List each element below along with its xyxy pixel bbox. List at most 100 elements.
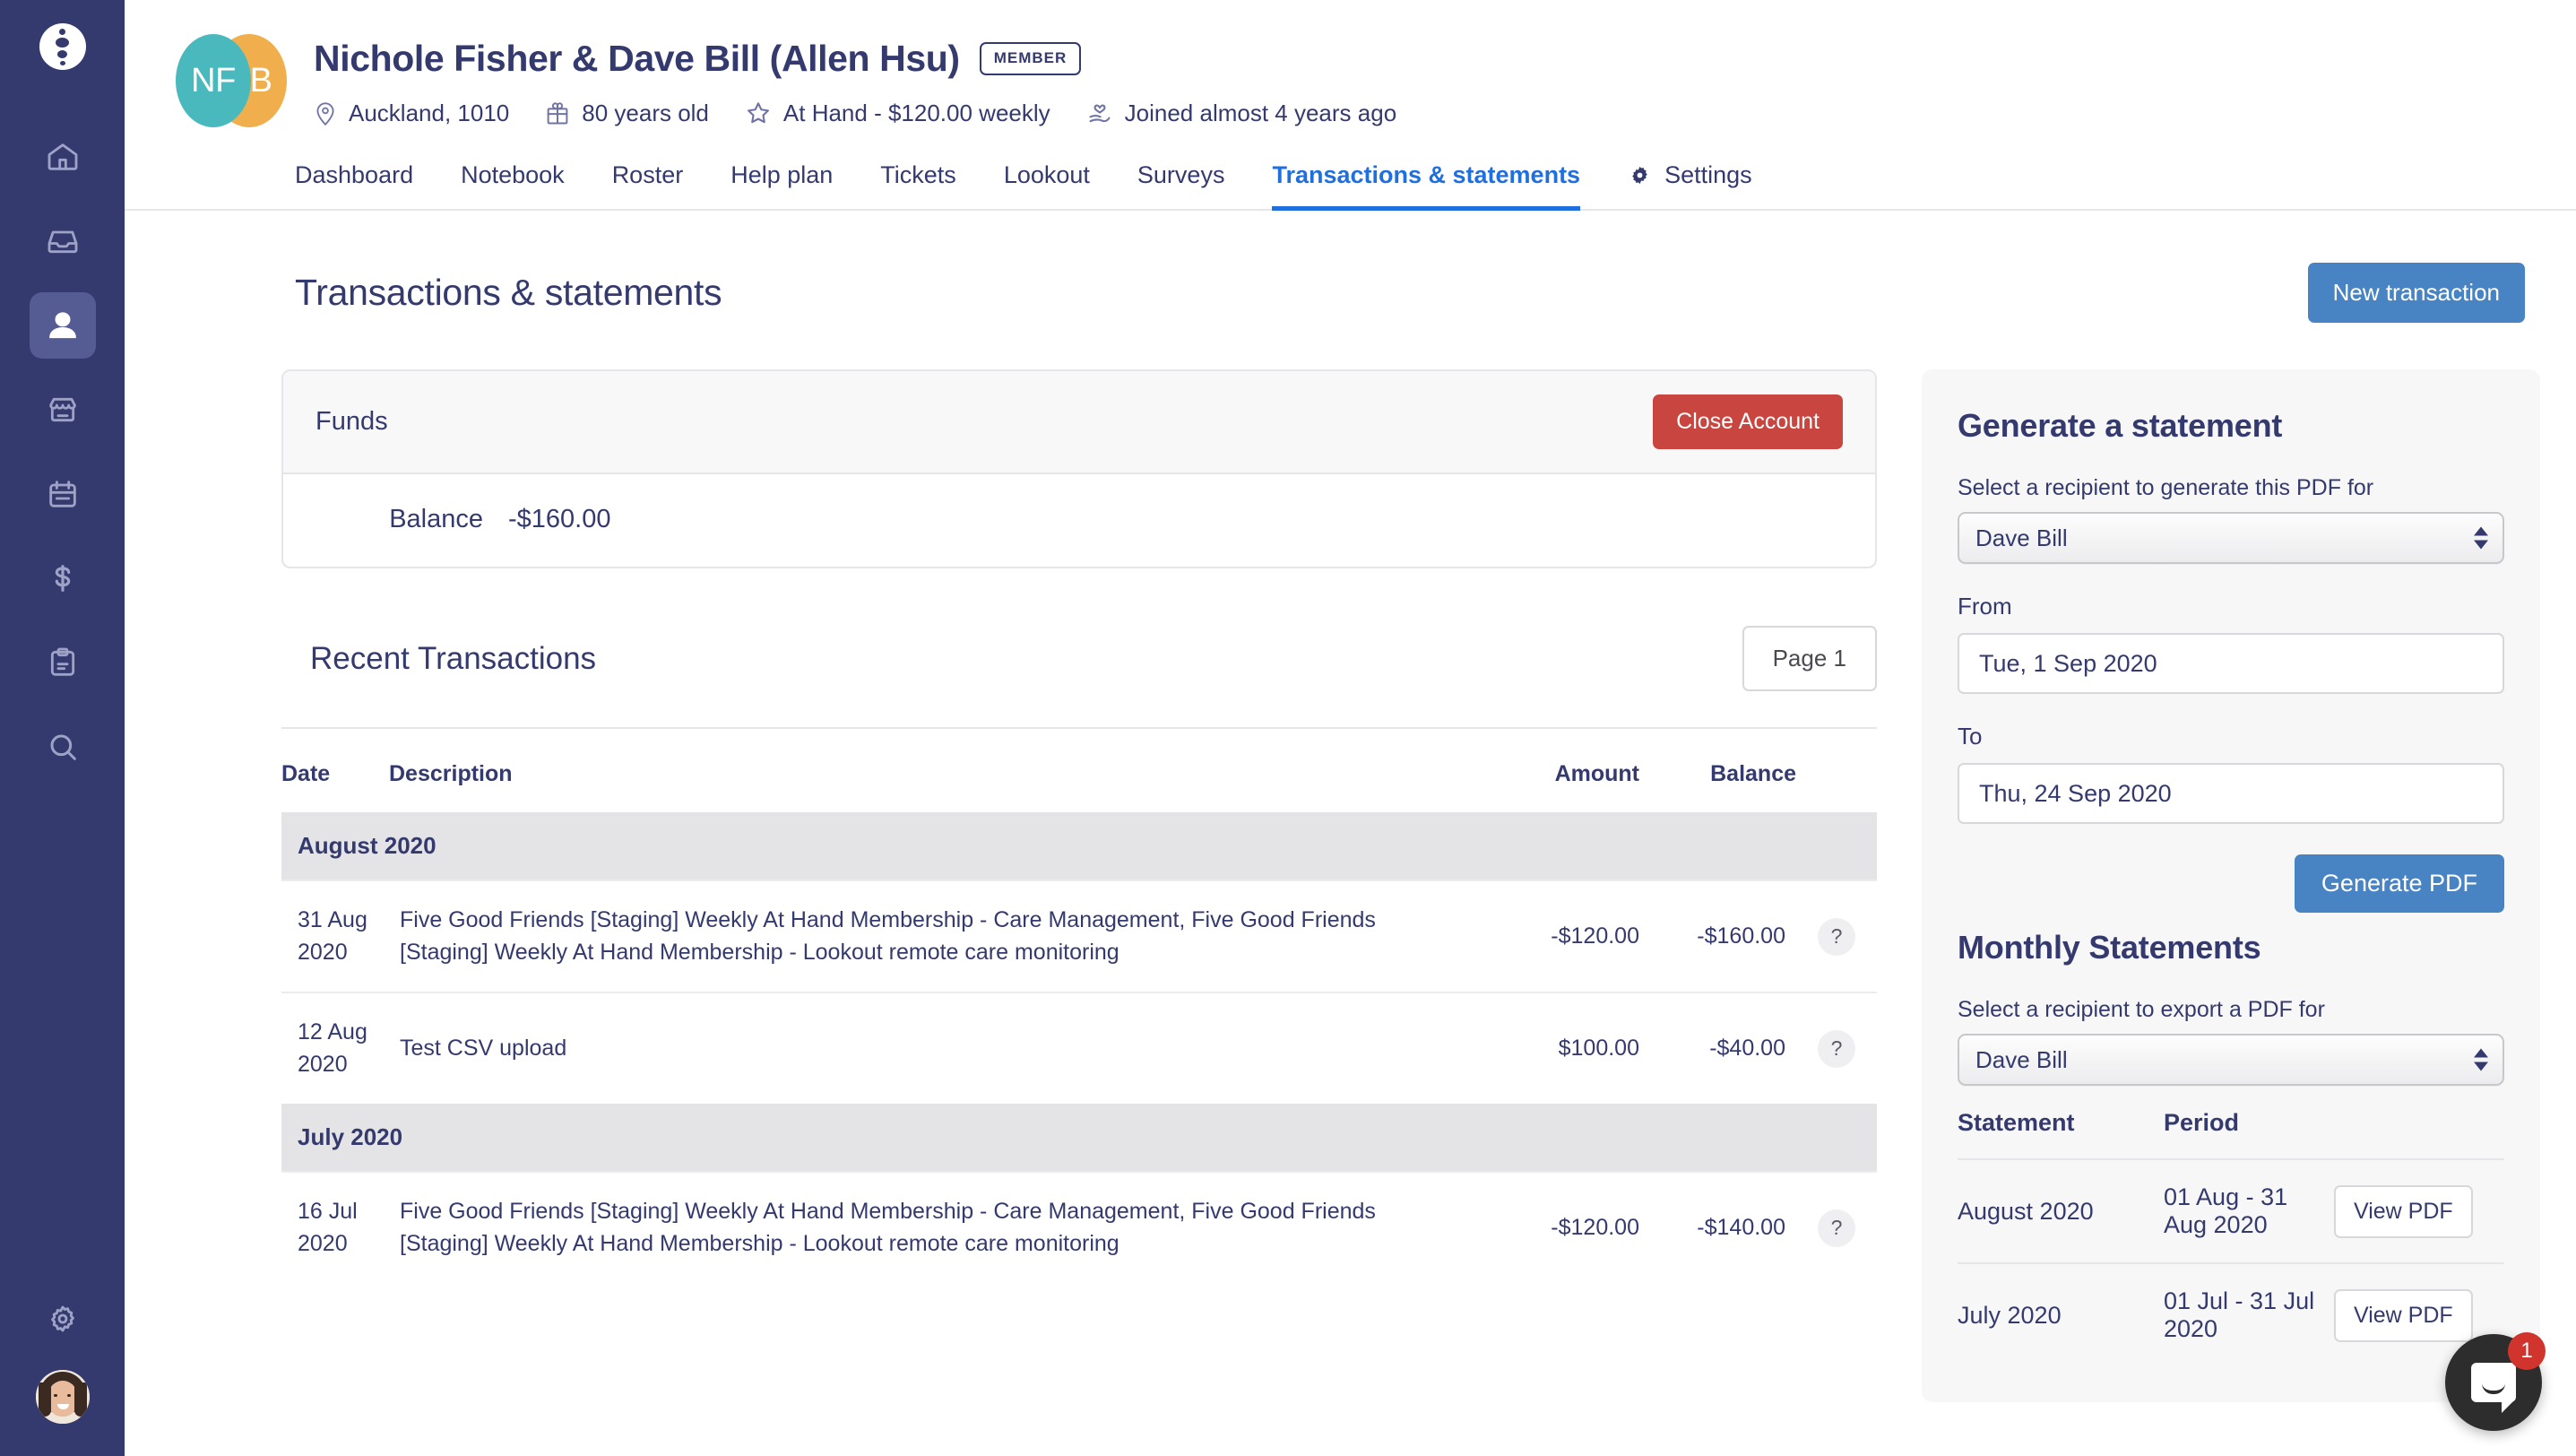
balance-value: -$160.00 (508, 505, 611, 533)
transactions-column: Funds Close Account Balance -$160.00 Rec… (281, 369, 1877, 1402)
meta-plan: At Hand - $120.00 weekly (745, 100, 1050, 127)
column-header-statement: Statement (1958, 1109, 2075, 1136)
to-label: To (1958, 723, 1983, 750)
funds-card: Funds Close Account Balance -$160.00 (281, 369, 1877, 568)
section-title: Transactions & statements (295, 272, 722, 313)
inbox-icon (45, 223, 81, 259)
month-group-header: July 2020 (281, 1104, 1877, 1172)
intercom-launcher-button[interactable]: 1 (2445, 1332, 2546, 1431)
recent-transactions-title: Recent Transactions (310, 640, 597, 676)
avatar-initials-primary: NF (176, 34, 251, 127)
status-badge: MEMBER (979, 42, 1082, 75)
transaction-amount: $100.00 (1447, 992, 1639, 1104)
table-header-row: Date Description Amount Balance (281, 729, 1877, 812)
main-content: B NF Nichole Fisher & Dave Bill (Allen H… (125, 0, 2576, 1456)
transaction-balance: -$40.00 (1639, 992, 1796, 1104)
generate-statement-title: Generate a statement (1958, 407, 2283, 444)
transaction-description: Test CSV upload (389, 992, 1447, 1104)
tab-settings[interactable]: Settings (1628, 161, 1752, 209)
list-item: August 2020 01 Aug - 31 Aug 2020 View PD… (1958, 1158, 2504, 1263)
close-account-button[interactable]: Close Account (1653, 394, 1843, 449)
person-icon (45, 308, 81, 343)
to-date-input[interactable] (1958, 763, 2504, 824)
recent-transactions-header: Recent Transactions Page 1 (281, 568, 1877, 729)
column-header-date: Date (281, 761, 331, 786)
transaction-balance: -$160.00 (1639, 880, 1796, 992)
sidebar-item-store[interactable] (30, 377, 96, 443)
home-icon (45, 139, 81, 175)
meta-location-text: Auckland, 1010 (349, 99, 510, 126)
gift-icon (545, 100, 570, 126)
search-icon (45, 729, 81, 765)
statement-action-cell: View PDF (2334, 1158, 2504, 1263)
help-icon[interactable]: ? (1818, 917, 1855, 956)
meta-joined-text: Joined almost 4 years ago (1124, 99, 1397, 126)
view-pdf-button[interactable]: View PDF (2334, 1184, 2473, 1238)
tab-help-plan[interactable]: Help plan (730, 161, 833, 209)
statement-name: July 2020 (1958, 1262, 2164, 1366)
sidebar-item-inbox[interactable] (30, 208, 96, 274)
help-icon[interactable]: ? (1818, 1209, 1855, 1247)
transaction-help-cell: ? (1796, 880, 1877, 992)
dollar-icon (45, 560, 81, 596)
intercom-unread-badge: 1 (2508, 1332, 2546, 1370)
stepper-arrows-icon (2474, 526, 2488, 550)
month-label: July 2020 (281, 1104, 1877, 1172)
transaction-help-cell: ? (1796, 992, 1877, 1104)
current-user-avatar[interactable] (35, 1370, 90, 1424)
star-icon (745, 100, 772, 126)
transaction-description: Five Good Friends [Staging] Weekly At Ha… (389, 1171, 1447, 1283)
column-header-amount: Amount (1554, 761, 1639, 786)
export-recipient-label: Select a recipient to export a PDF for (1958, 997, 2325, 1022)
sidebar-item-home[interactable] (30, 124, 96, 190)
tab-transactions-statements[interactable]: Transactions & statements (1272, 161, 1580, 211)
tab-settings-label: Settings (1664, 161, 1752, 188)
column-header-actions (1796, 729, 1877, 812)
help-icon[interactable]: ? (1818, 1029, 1855, 1068)
generate-recipient-select[interactable]: Dave Bill (1958, 512, 2504, 564)
table-row: 31 Aug 2020 Five Good Friends [Staging] … (281, 880, 1877, 992)
view-pdf-button[interactable]: View PDF (2334, 1288, 2473, 1342)
table-header-row: Statement Period (1958, 1109, 2504, 1159)
calendar-icon (45, 476, 81, 512)
export-recipient-value: Dave Bill (1975, 1045, 2068, 1073)
tab-surveys[interactable]: Surveys (1137, 161, 1225, 209)
from-date-input[interactable] (1958, 633, 2504, 694)
tab-notebook[interactable]: Notebook (461, 161, 565, 209)
sidebar-item-search[interactable] (30, 714, 96, 780)
tab-dashboard[interactable]: Dashboard (295, 161, 413, 209)
heart-hand-icon (1086, 99, 1113, 127)
transactions-table: Date Description Amount Balance August 2… (281, 729, 1877, 1283)
avatar: B NF (176, 34, 287, 127)
generate-recipient-label: Select a recipient to generate this PDF … (1958, 475, 2374, 500)
app-logo[interactable] (39, 23, 86, 70)
export-recipient-select[interactable]: Dave Bill (1958, 1034, 2504, 1086)
sidebar-item-calendar[interactable] (30, 461, 96, 527)
clipboard-icon (45, 645, 81, 680)
new-transaction-button[interactable]: New transaction (2307, 263, 2525, 323)
statement-name: August 2020 (1958, 1158, 2164, 1263)
column-header-period: Period (2164, 1109, 2240, 1136)
generate-recipient-value: Dave Bill (1975, 524, 2068, 551)
gear-icon (1628, 163, 1652, 187)
sidebar-item-people[interactable] (29, 292, 96, 359)
column-header-balance: Balance (1710, 761, 1796, 786)
sidebar-item-settings[interactable] (30, 1286, 96, 1352)
tab-tickets[interactable]: Tickets (880, 161, 956, 209)
meta-plan-text: At Hand - $120.00 weekly (782, 99, 1050, 126)
from-label: From (1958, 593, 2012, 620)
profile-meta: Auckland, 1010 80 years old At Hand - $1… (314, 99, 1396, 127)
transaction-amount: -$120.00 (1447, 880, 1639, 992)
generate-pdf-button[interactable]: Generate PDF (2294, 854, 2504, 913)
location-pin-icon (314, 100, 337, 126)
sidebar-item-reports[interactable] (30, 629, 96, 696)
page-indicator-button[interactable]: Page 1 (1742, 626, 1877, 691)
statement-period: 01 Aug - 31 Aug 2020 (2164, 1158, 2334, 1263)
table-row: 12 Aug 2020 Test CSV upload $100.00 -$40… (281, 992, 1877, 1104)
tab-lookout[interactable]: Lookout (1004, 161, 1090, 209)
sidebar-item-billing[interactable] (30, 545, 96, 611)
meta-age-text: 80 years old (582, 99, 709, 126)
chat-bubble-icon (2471, 1363, 2516, 1413)
tab-roster[interactable]: Roster (612, 161, 684, 209)
profile-header: B NF Nichole Fisher & Dave Bill (Allen H… (125, 0, 2576, 127)
